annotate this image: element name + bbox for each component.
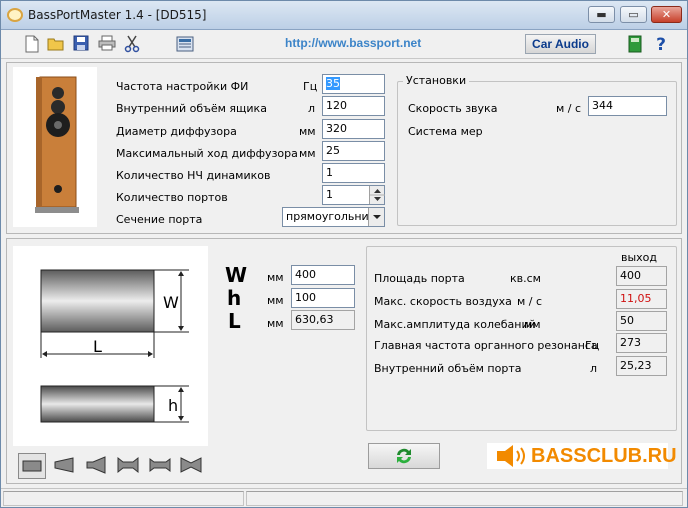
bassclub-text: BASSCLUB.RU (531, 445, 677, 467)
resonance-value: 273 (616, 333, 667, 353)
book-icon[interactable] (625, 35, 645, 55)
amplitude-value: 50 (616, 311, 667, 331)
calculator-icon[interactable] (175, 35, 195, 55)
sound-speed-input[interactable]: 344 (588, 96, 667, 116)
shape-flared-button[interactable] (51, 453, 79, 479)
w-input[interactable]: 400 (291, 265, 355, 285)
tuning-frequency-input[interactable]: 35 (322, 74, 385, 94)
port-count-label: Количество портов (116, 191, 228, 204)
status-cell-right (246, 491, 683, 506)
air-speed-value: 11,05 (616, 289, 667, 309)
sound-speed-unit: м / с (556, 102, 582, 115)
new-file-icon[interactable] (22, 35, 42, 55)
print-icon[interactable] (97, 35, 117, 55)
settings-title: Установки (403, 74, 470, 87)
h-dimension-label: h (168, 396, 178, 415)
port-area-label: Площадь порта (374, 272, 465, 285)
h-input[interactable]: 100 (291, 288, 355, 308)
app-icon (7, 8, 23, 22)
refresh-icon (393, 448, 415, 470)
resonance-unit: Гц (585, 339, 600, 352)
w-unit: мм (267, 271, 284, 284)
open-folder-icon[interactable] (46, 35, 66, 55)
w-dimension-label: W (163, 293, 179, 312)
maximize-button[interactable]: ▭ (620, 6, 647, 23)
box-volume-label: Внутренний объём ящика (116, 102, 267, 115)
cut-icon[interactable] (122, 35, 142, 55)
cone-diameter-label: Диаметр диффузора (116, 125, 237, 138)
shape-rectangle-button[interactable] (18, 453, 46, 479)
shape-double-flare-button[interactable] (115, 453, 143, 479)
help-button[interactable]: ? (651, 35, 671, 55)
woofer-count-input[interactable]: 1 (322, 163, 385, 183)
window-title: BassPortMaster 1.4 - [DD515] (28, 8, 207, 22)
car-audio-button[interactable]: Car Audio (525, 34, 596, 54)
status-cell-left (3, 491, 244, 506)
air-speed-label: Макс. скорость воздуха (374, 295, 512, 308)
h-letter: h (227, 286, 242, 310)
port-volume-label: Внутренний объём порта (374, 362, 522, 375)
main-window: BassPortMaster 1.4 - [DD515] ▬ ▭ ✕ http:… (0, 0, 688, 508)
l-output: 630,63 (291, 310, 355, 330)
shape-horn-button[interactable] (83, 453, 111, 479)
toolbar: http://www.bassport.net Car Audio ? (1, 30, 687, 59)
max-excursion-unit: мм (299, 147, 316, 160)
port-section-label: Сечение порта (116, 213, 203, 226)
sound-speed-label: Скорость звука (408, 102, 498, 115)
l-dimension-label: L (93, 337, 102, 356)
air-speed-unit: м / с (517, 295, 543, 308)
cone-diameter-unit: мм (299, 125, 316, 138)
port-volume-unit: л (590, 362, 598, 375)
port-area-value: 400 (616, 266, 667, 286)
port-area-unit: кв.см (510, 272, 541, 285)
amplitude-unit: мм (524, 318, 541, 331)
unit-system-label: Система мер (408, 125, 483, 138)
amplitude-label: Макс.амплитуда колебаний (374, 318, 536, 331)
shape-bowtie-button[interactable] (178, 453, 206, 479)
output-header: выход (621, 251, 658, 264)
woofer-count-label: Количество НЧ динамиков (116, 169, 271, 182)
l-unit: мм (267, 317, 284, 330)
title-bar: BassPortMaster 1.4 - [DD515] ▬ ▭ ✕ (1, 1, 687, 30)
resonance-label: Главная частота органного резонанса (374, 339, 598, 352)
close-button[interactable]: ✕ (651, 6, 682, 23)
box-volume-input[interactable]: 120 (322, 96, 385, 116)
box-volume-unit: л (308, 102, 316, 115)
bassclub-logo[interactable]: BASSCLUB.RU (487, 443, 677, 469)
h-unit: мм (267, 294, 284, 307)
tuning-frequency-label: Частота настройки ФИ (116, 80, 249, 93)
port-count-stepper[interactable] (369, 186, 385, 204)
speaker-image (13, 67, 97, 227)
max-excursion-input[interactable]: 25 (322, 141, 385, 161)
max-excursion-label: Максимальный ход диффузора (116, 147, 298, 160)
cone-diameter-input[interactable]: 320 (322, 119, 385, 139)
calculate-button[interactable] (368, 443, 440, 469)
port-diagram: W L h (13, 246, 208, 446)
w-letter: W (225, 263, 248, 287)
chevron-down-icon[interactable] (368, 208, 384, 226)
website-link[interactable]: http://www.bassport.net (285, 36, 421, 50)
minimize-button[interactable]: ▬ (588, 6, 615, 23)
shape-narrow-flare-button[interactable] (147, 453, 175, 479)
tuning-frequency-unit: Гц (303, 80, 318, 93)
l-letter: L (228, 309, 241, 333)
port-volume-value: 25,23 (616, 356, 667, 376)
save-icon[interactable] (71, 35, 91, 55)
status-bar (1, 488, 687, 507)
